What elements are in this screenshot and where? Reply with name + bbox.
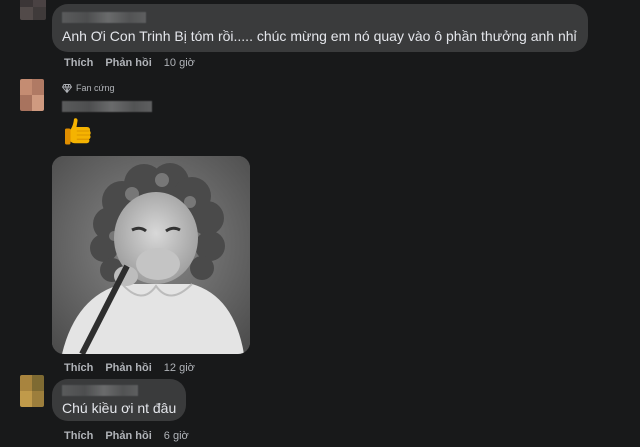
- avatar[interactable]: [20, 375, 44, 407]
- fan-badge-label: Fan cứng: [76, 83, 115, 93]
- like-button[interactable]: Thích: [64, 362, 93, 374]
- reply-button[interactable]: Phản hồi: [105, 362, 151, 374]
- reply-button[interactable]: Phản hồi: [105, 57, 151, 69]
- thumbs-up-emoji: [65, 118, 91, 145]
- comment-text: Anh Ơi Con Trinh Bị tóm rồi..... chúc mừ…: [62, 28, 577, 44]
- fan-badge: Fan cứng: [62, 83, 115, 93]
- comment-actions: Thích Phản hồi 6 giờ: [64, 430, 189, 442]
- comment-text: Chú kiều ơi nt đâu: [62, 400, 177, 416]
- comment-bubble: Chú kiều ơi nt đâu: [52, 379, 186, 421]
- author-name[interactable]: [62, 101, 152, 112]
- comment-timestamp[interactable]: 6 giờ: [164, 430, 189, 442]
- comment-bubble: Anh Ơi Con Trinh Bị tóm rồi..... chúc mừ…: [52, 4, 588, 52]
- comment-timestamp[interactable]: 12 giờ: [164, 362, 195, 374]
- comment-actions: Thích Phản hồi 10 giờ: [64, 57, 195, 69]
- reply-button[interactable]: Phản hồi: [105, 430, 151, 442]
- attached-photo[interactable]: [52, 156, 250, 354]
- author-name[interactable]: [62, 12, 146, 23]
- avatar[interactable]: [20, 79, 44, 111]
- like-button[interactable]: Thích: [64, 57, 93, 69]
- diamond-icon: [62, 83, 72, 93]
- comment-timestamp[interactable]: 10 giờ: [164, 57, 195, 69]
- crying-child-image: [52, 156, 250, 354]
- avatar[interactable]: [20, 0, 46, 20]
- like-button[interactable]: Thích: [64, 430, 93, 442]
- author-name[interactable]: [62, 385, 138, 396]
- comment-actions: Thích Phản hồi 12 giờ: [64, 362, 195, 374]
